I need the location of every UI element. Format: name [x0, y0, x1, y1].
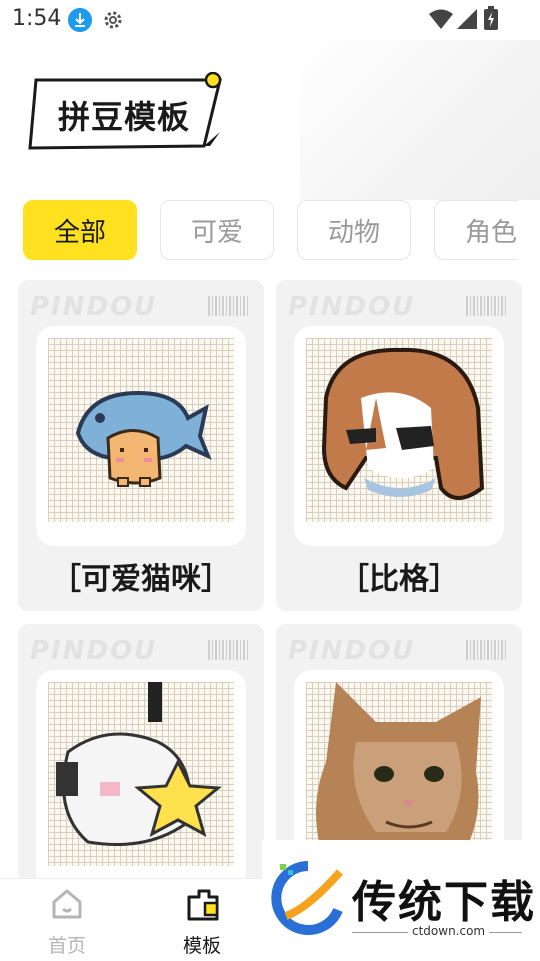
card-preview [36, 326, 246, 546]
nav-home[interactable]: 首页 [17, 879, 117, 961]
template-card-pochacco[interactable]: PINDOU [18, 624, 264, 884]
template-icon [187, 889, 219, 921]
download-icon [68, 8, 92, 32]
status-bar: 1:54 [0, 0, 540, 38]
barcode-icon [466, 640, 506, 660]
nav-label: 首页 [47, 935, 86, 957]
template-card-cute-cat[interactable]: PINDOU ［可爱猫咪］ [18, 280, 264, 611]
watermark-url: ctdown.com [408, 924, 490, 938]
card-brand: PINDOU [288, 292, 416, 322]
signal-icon [457, 9, 477, 29]
watermark-text: 传统下载 [352, 877, 536, 928]
bead-grid [48, 338, 234, 522]
beagle-pixel-art [321, 347, 485, 500]
card-title: ［可爱猫咪］ [51, 562, 231, 597]
barcode-icon [208, 296, 248, 316]
gear-icon [104, 11, 122, 29]
card-preview [294, 326, 504, 546]
header-background [300, 40, 540, 200]
bead-grid [48, 682, 234, 866]
card-title: ［比格］ [339, 562, 459, 597]
wifi-icon [429, 9, 453, 29]
tab-animals[interactable]: 动物 [297, 200, 411, 260]
tab-characters[interactable]: 角色 [434, 200, 518, 260]
tab-all[interactable]: 全部 [23, 200, 137, 260]
dog-star-pixel-art [56, 682, 222, 846]
tabby-cat-pixel-art [316, 682, 481, 866]
barcode-icon [208, 640, 248, 660]
card-brand: PINDOU [30, 292, 158, 322]
tab-cute[interactable]: 可爱 [160, 200, 274, 260]
status-time: 1:54 [12, 6, 62, 31]
nav-templates[interactable]: 模板 [152, 879, 252, 961]
template-card-beagle[interactable]: PINDOU ［比格］ [276, 280, 522, 611]
nav-label: 模板 [182, 935, 221, 957]
home-icon [52, 889, 82, 919]
card-brand: PINDOU [30, 636, 158, 666]
card-preview [36, 670, 246, 884]
logo-title: 拼豆模板 [58, 98, 191, 136]
cat-fish-pixel-art [75, 390, 212, 487]
category-tabs: 全部 可爱 动物 角色 [0, 200, 518, 264]
bead-grid [306, 338, 492, 522]
watermark-logo-icon [271, 861, 343, 935]
card-brand: PINDOU [288, 636, 416, 666]
watermark: 传统下载 ctdown.com [262, 840, 540, 960]
barcode-icon [466, 296, 506, 316]
bead-grid [306, 682, 492, 866]
battery-icon [484, 6, 498, 30]
